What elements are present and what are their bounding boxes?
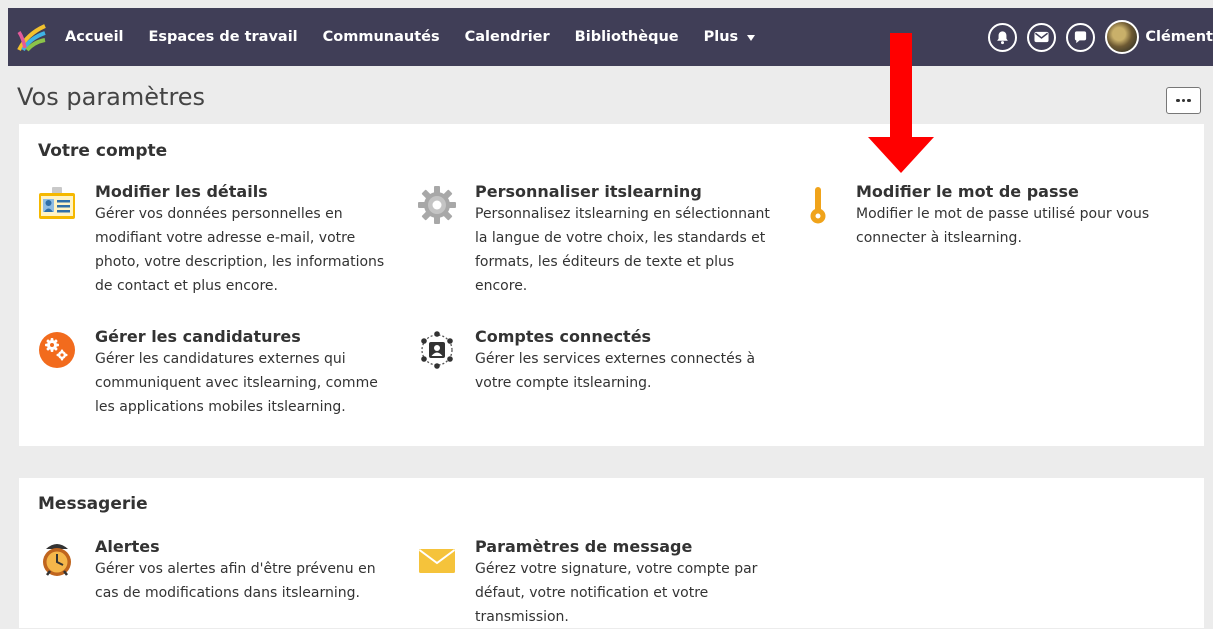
nav-item-bibliotheque[interactable]: Bibliothèque (575, 29, 679, 45)
more-options-button[interactable] (1166, 87, 1201, 114)
nav-more-menu[interactable]: Plus (704, 29, 756, 45)
desc-line: Modifier le mot de passe utilisé pour vo… (856, 206, 1150, 222)
desc-line: photo, votre description, les informatio… (95, 254, 385, 270)
desc-line: communiquent avec itslearning, comme (95, 375, 378, 391)
page-title: Vos paramètres (17, 83, 206, 111)
thermometer-icon (798, 185, 838, 225)
nav-item-accueil[interactable]: Accueil (65, 29, 124, 45)
settings-item-modifier-mot-de-passe[interactable]: Modifier le mot de passe Modifier le mot… (810, 181, 1166, 250)
bell-icon[interactable] (988, 22, 1018, 52)
desc-line: Gérer les candidatures externes qui (95, 351, 346, 367)
dot (1187, 98, 1191, 103)
settings-item-personnaliser[interactable]: Personnaliser itslearning Personnalisez … (418, 181, 785, 298)
desc-line: défaut, votre notification et votre (475, 585, 709, 601)
item-description: Gérer les candidatures externes qui comm… (95, 347, 405, 419)
chevron-down-icon (747, 35, 756, 41)
desc-line: transmission. (475, 609, 569, 625)
desc-line: Gérez votre signature, votre compte par (475, 561, 758, 577)
envelope-icon (417, 540, 457, 580)
dot (1176, 98, 1180, 103)
nav-user-area: Clément (988, 8, 1213, 66)
avatar[interactable] (1105, 20, 1140, 54)
cogs-icon (37, 330, 77, 370)
desc-line: modifiant votre adresse e-mail, votre (95, 230, 356, 246)
chat-icon[interactable] (1066, 22, 1096, 52)
item-title: Alertes (95, 537, 160, 556)
nav-more-label: Plus (703, 29, 739, 45)
nav-item-espaces-de-travail[interactable]: Espaces de travail (149, 29, 298, 45)
desc-line: votre compte itslearning. (475, 375, 652, 391)
desc-line: cas de modifications dans itslearning. (95, 585, 360, 601)
desc-line: la langue de votre choix, les standards … (475, 230, 766, 246)
settings-item-modifier-details[interactable]: Modifier les détails Gérer vos données p… (39, 181, 405, 298)
itslearning-logo-icon[interactable] (17, 22, 47, 52)
item-description: Gérer les services externes connectés à … (475, 347, 785, 395)
item-description: Gérer vos alertes afin d'être prévenu en… (95, 557, 405, 605)
item-description: Personnalisez itslearning en sélectionna… (475, 202, 785, 298)
messaging-section: Messagerie Alertes Gérer vos alertes afi… (19, 478, 1204, 628)
item-title: Gérer les candidatures (95, 327, 301, 346)
section-title-votre-compte: Votre compte (38, 141, 168, 161)
desc-line: de contact et plus encore. (95, 278, 278, 294)
item-title: Modifier les détails (95, 182, 268, 201)
gear-icon (417, 185, 457, 225)
dot (1181, 98, 1186, 103)
settings-item-alertes[interactable]: Alertes Gérer vos alertes afin d'être pr… (43, 536, 405, 605)
connected-accounts-icon (417, 330, 457, 370)
desc-line: Gérer les services externes connectés à (475, 351, 756, 367)
id-card-icon (37, 185, 77, 225)
account-section: Votre compte Modifier les détails Gérer … (19, 124, 1204, 446)
desc-line: formats, les éditeurs de texte et plus (475, 254, 735, 270)
item-description: Gérez votre signature, votre compte par … (475, 557, 785, 629)
item-title: Personnaliser itslearning (475, 182, 702, 201)
desc-line: Gérer vos alertes afin d'être prévenu en (95, 561, 376, 577)
red-arrow-annotation (868, 33, 934, 173)
desc-line: les applications mobiles itslearning. (95, 399, 346, 415)
item-description: Gérer vos données personnelles en modifi… (95, 202, 405, 298)
user-name[interactable]: Clément (1145, 29, 1213, 45)
settings-item-parametres-message[interactable]: Paramètres de message Gérez votre signat… (418, 536, 785, 629)
desc-line: Personnalisez itslearning en sélectionna… (475, 206, 770, 222)
item-title: Comptes connectés (475, 327, 652, 346)
item-title: Modifier le mot de passe (856, 182, 1079, 201)
desc-line: encore. (475, 278, 528, 294)
desc-line: Gérer vos données personnelles en (95, 206, 343, 222)
desc-line: connecter à itslearning. (856, 230, 1022, 246)
alarm-clock-icon (37, 540, 77, 580)
mail-icon[interactable] (1027, 22, 1057, 52)
item-title: Paramètres de message (475, 537, 693, 556)
nav-item-calendrier[interactable]: Calendrier (465, 29, 550, 45)
settings-item-gerer-candidatures[interactable]: Gérer les candidatures Gérer les candida… (39, 326, 405, 419)
settings-item-comptes-connectes[interactable]: Comptes connectés Gérer les services ext… (421, 326, 785, 395)
top-navigation-bar: Accueil Espaces de travail Communautés C… (8, 8, 1213, 66)
item-description: Modifier le mot de passe utilisé pour vo… (856, 202, 1166, 250)
nav-item-communautes[interactable]: Communautés (323, 29, 440, 45)
section-title-messagerie: Messagerie (38, 494, 148, 514)
